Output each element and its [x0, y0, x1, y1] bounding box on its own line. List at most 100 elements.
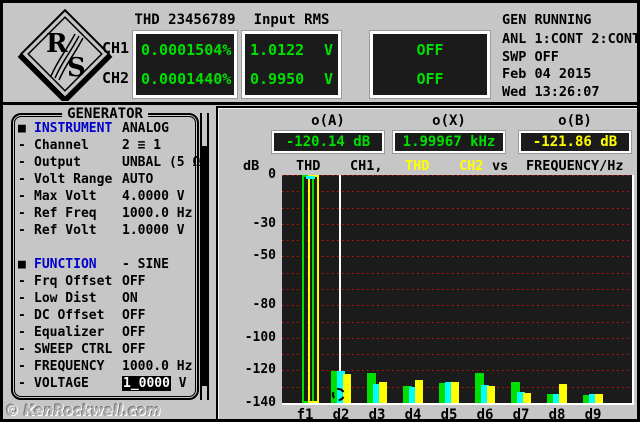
generator-row-voltage[interactable]: - VOLTAGE 1_0000 V [13, 375, 197, 392]
thd-ch1-unit: % [222, 41, 232, 60]
value-unit: V [170, 376, 187, 391]
generator-row-low-dist[interactable]: - Low Dist ON [13, 290, 197, 307]
bar-thd-ch2-d4 [415, 379, 423, 403]
monitor-ch1-readout: OFF [378, 41, 482, 59]
row-label: Frq Offset [34, 274, 113, 289]
date-text: Feb 04 2015 [502, 66, 592, 82]
gridline--60db [282, 273, 632, 274]
bar-thd-ch2-d2 [343, 373, 351, 403]
rms-ch1-unit: V [323, 41, 333, 60]
row-label: FUNCTION [34, 257, 97, 272]
row-value: OFF [122, 308, 146, 323]
row-label: Output [34, 155, 81, 170]
chart-plot-area [282, 175, 634, 405]
rs-logo: R S [17, 8, 113, 105]
generator-row-channel[interactable]: - Channel 2 ≡ 1 [13, 137, 197, 154]
cursor-b-header: o(B) [558, 113, 592, 129]
monitor-ch1-value: OFF [416, 41, 444, 60]
chart-title-ch2: CH2 [459, 158, 484, 174]
generator-row-ref-freq[interactable]: - Ref Freq 1000.0 Hz [13, 205, 197, 222]
rms-ch1-readout: 1.0122 V [250, 41, 333, 59]
row-label: SWEEP CTRL [34, 342, 113, 357]
thd-ch2-unit: % [222, 69, 232, 88]
row-value: OFF [122, 274, 146, 289]
row-bullet: - [18, 342, 26, 357]
generator-row-dc-offset[interactable]: - DC Offset OFF [13, 307, 197, 324]
generator-status: GEN RUNNING [502, 12, 637, 28]
row-value: 1.0000 V [122, 223, 185, 238]
time-text: Wed 13:26:07 [502, 84, 600, 100]
thd-ch1-value: 0.0001504 [141, 41, 223, 60]
row-label: Ref Volt [34, 223, 97, 238]
gridline--30db [282, 224, 632, 225]
watermark: © KenRockwell.com [5, 403, 161, 419]
rms-ch2-unit: V [323, 69, 333, 88]
row-value: AUTO [122, 172, 154, 187]
y-tick-label: -100 [244, 329, 276, 345]
row-bullet: - [18, 155, 26, 170]
row-bullet: - [18, 206, 26, 221]
row-bullet: - [18, 138, 26, 153]
analyzer-screen: R S THD 23456789 CH1 CH2 0.0001504 % 0.0… [0, 0, 640, 422]
generator-row-ref-volt[interactable]: - Ref Volt 1.0000 V [13, 222, 197, 239]
row-bullet: - [18, 291, 26, 306]
selected-value[interactable]: 1_0000 [122, 376, 171, 391]
row-value: - SINE [122, 257, 169, 272]
generator-row-frequency[interactable]: - FREQUENCY 1000.0 Hz [13, 358, 197, 375]
generator-row-output[interactable]: - Output UNBAL (5 Ω) [13, 154, 208, 171]
generator-row-frq-offset[interactable]: - Frq Offset OFF [13, 273, 197, 290]
row-label: Volt Range [34, 172, 113, 187]
gen-status-text: GEN RUNNING [502, 12, 592, 28]
rms-display-header: Input RMS [253, 12, 330, 28]
gridline--70db [282, 289, 632, 290]
bar-thd-ch2-d8 [559, 384, 567, 403]
row-value: 1000.0 Hz [122, 206, 193, 221]
generator-row-instrument[interactable]: ■ INSTRUMENT ANALOG [13, 120, 197, 137]
thd-ch2-value: 0.0001440 [141, 69, 223, 88]
rms-ch2-value: 0.9950 [250, 69, 305, 88]
row-value: 1000.0 Hz [122, 359, 193, 374]
generator-row-max-volt[interactable]: - Max Volt 4.0000 V [13, 188, 197, 205]
time-row: Wed 13:26:07 [502, 84, 600, 100]
row-value: OFF [122, 342, 146, 357]
generator-scrollbar[interactable] [200, 113, 209, 400]
generator-scrollbar-thumb[interactable] [202, 146, 207, 386]
thd-display: 0.0001504 % 0.0001440 % [133, 31, 237, 98]
row-label: Ref Freq [34, 206, 97, 221]
row-label: Channel [34, 138, 89, 153]
x-tick-label-d2: d2 [332, 407, 350, 422]
fundamental-ch2-outline [308, 175, 319, 403]
bar-thd-ch2-d9 [595, 393, 603, 403]
row-value: OFF [122, 325, 146, 340]
thd-ch1-readout: 0.0001504 % [141, 41, 232, 60]
generator-row-equalizer[interactable]: - Equalizer OFF [13, 324, 197, 341]
generator-panel-title: GENERATOR [62, 106, 148, 122]
cursor-line[interactable] [339, 175, 341, 371]
swp-status-text: SWP OFF [502, 49, 559, 65]
gridline--90db [282, 322, 632, 323]
x-tick-label-f1: f1 [296, 407, 314, 422]
generator-row-volt-range[interactable]: - Volt Range AUTO [13, 171, 197, 188]
analyzer-status: ANL 1:CONT 2:CONT [502, 31, 637, 47]
generator-row-function[interactable]: ■ FUNCTION - SINE [13, 256, 197, 273]
row-label: DC Offset [34, 308, 105, 323]
generator-panel: GENERATOR ■ INSTRUMENT ANALOG - Channel 2 ≡ 1… [11, 106, 208, 400]
y-tick-label: -30 [252, 215, 276, 231]
cursor-marker-circle[interactable] [332, 387, 345, 401]
gridline--140db [282, 403, 632, 404]
x-tick-label-d9: d9 [584, 407, 602, 422]
rms-ch2-readout: 0.9950 V [250, 70, 333, 88]
row-value: 2 ≡ 1 [122, 138, 162, 153]
row-label: FREQUENCY [34, 359, 105, 374]
x-tick-label-d8: d8 [548, 407, 566, 422]
ch2-label: CH2 [102, 69, 130, 87]
row-label: Max Volt [34, 189, 97, 204]
generator-row-sweep-ctrl[interactable]: - SWEEP CTRL OFF [13, 341, 197, 358]
gridline--110db [282, 354, 632, 355]
cursor-a-header: o(A) [311, 113, 345, 129]
cursor-a-readout: -120.14 dB [272, 131, 384, 153]
y-tick-label: -50 [252, 248, 276, 264]
row-value: 1_0000 V [122, 375, 197, 392]
chart-title-ch1: CH1, [350, 158, 383, 174]
row-bullet: - [18, 308, 26, 323]
